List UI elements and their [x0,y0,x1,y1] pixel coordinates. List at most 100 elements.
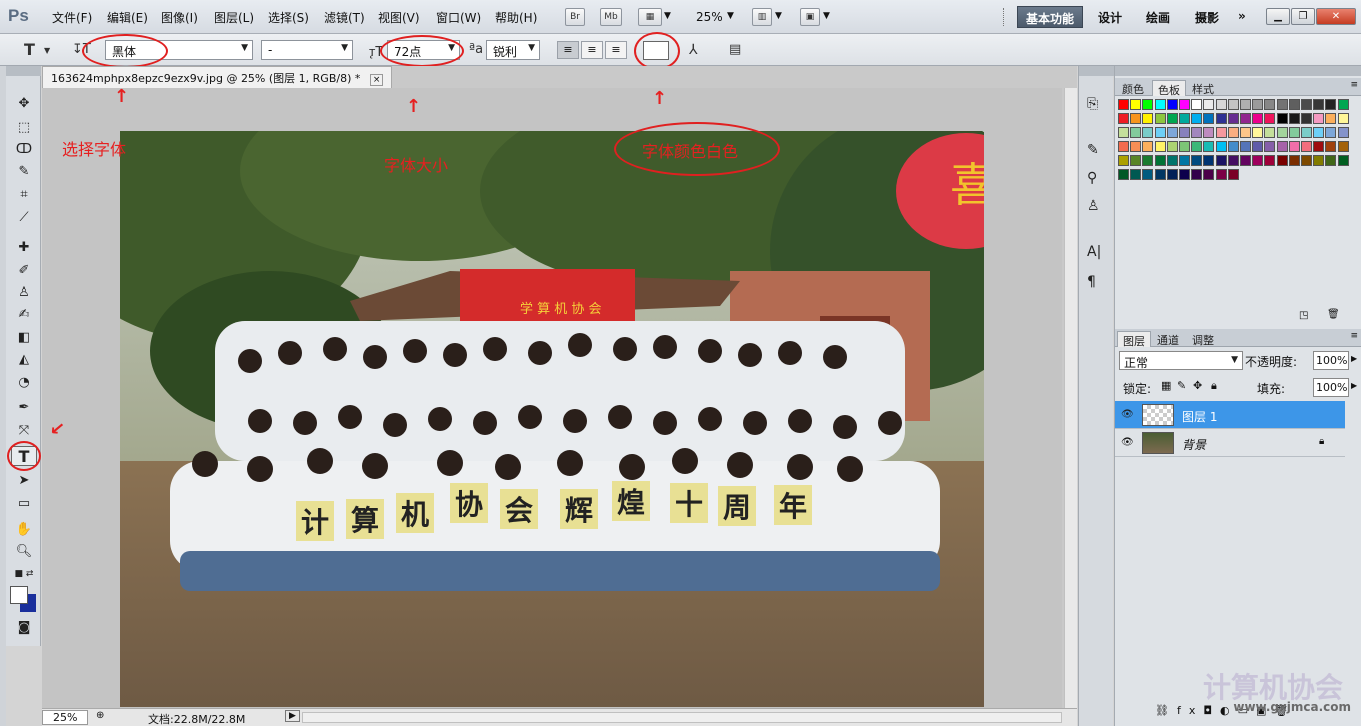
dodge-tool-icon[interactable]: ◔ [11,373,37,393]
color-swatch[interactable] [1142,127,1154,138]
lasso-tool-icon[interactable]: ↀ [11,140,37,160]
move-tool-icon[interactable]: ✥ [11,94,37,114]
swap-colors-icon[interactable]: ■ ⇄ [11,564,37,584]
fill-field[interactable]: 100% [1313,378,1349,397]
color-swatch[interactable] [1240,155,1251,166]
color-swatch[interactable] [1264,99,1276,110]
color-swatch[interactable] [1264,113,1276,124]
color-swatch[interactable] [1118,155,1129,166]
color-swatch[interactable] [1313,141,1325,152]
tool-presets-icon[interactable]: ⚲ [1087,170,1097,186]
tab-adjustments[interactable]: 调整 [1187,331,1219,347]
color-swatch[interactable] [1179,127,1190,138]
color-swatch[interactable] [1325,99,1337,110]
color-swatch[interactable] [1288,113,1300,124]
color-swatch[interactable] [1252,113,1264,124]
align-center-button[interactable]: ≡ [581,41,603,59]
color-swatch[interactable] [1191,169,1203,180]
color-swatch[interactable] [1276,127,1288,138]
brush-tool-icon[interactable]: ✐ [11,261,37,281]
paint-bucket-tool-icon[interactable]: ◭ [11,350,37,370]
screen-mode-button[interactable]: ▣ [800,8,820,26]
color-swatch[interactable] [1301,99,1312,110]
lock-image-icon[interactable]: ✎ [1177,379,1186,392]
menu-view[interactable]: 视图(V) [378,9,420,26]
color-swatch[interactable] [1325,155,1337,166]
tab-channels[interactable]: 通道 [1152,331,1184,347]
color-swatch[interactable] [1142,113,1154,124]
color-swatch[interactable] [1118,141,1129,152]
zoom-tool-icon[interactable]: 🔍︎ [11,542,37,562]
color-swatch[interactable] [1154,113,1166,124]
color-swatch[interactable] [1301,113,1312,124]
panel-menu-icon[interactable]: ≡ [1350,80,1358,90]
layer-row-background[interactable]: 👁︎ 背景 🔒︎ [1115,429,1345,457]
color-swatch[interactable] [1118,99,1129,110]
tab-styles[interactable]: 样式 [1187,80,1219,96]
close-tab-icon[interactable]: × [369,74,384,86]
color-swatch[interactable] [1313,99,1325,110]
color-swatch[interactable] [1276,113,1288,124]
foreground-color-swatch[interactable] [10,586,28,604]
healing-brush-tool-icon[interactable]: ✚ [11,238,37,258]
color-swatch[interactable] [1118,113,1129,124]
color-swatch[interactable] [1288,141,1300,152]
color-swatch[interactable] [1191,141,1203,152]
color-swatch[interactable] [1130,99,1142,110]
crop-tool-icon[interactable]: ⌗ [11,185,37,205]
opacity-field[interactable]: 100% [1313,351,1349,370]
visibility-eye-icon[interactable]: 👁︎ [1121,437,1134,448]
bridge-button[interactable]: Br [565,8,585,26]
color-swatch[interactable] [1154,127,1166,138]
color-swatch[interactable] [1215,169,1227,180]
fill-arrow-icon[interactable]: ▶ [1351,381,1357,390]
color-swatch[interactable] [1154,99,1166,110]
color-swatch[interactable] [1227,127,1239,138]
new-swatch-icon[interactable]: ◳ [1299,310,1308,321]
color-swatch[interactable] [1154,141,1166,152]
menu-select[interactable]: 选择(S) [268,9,309,26]
chevron-down-icon[interactable]: ▼ [727,11,734,21]
layer-name[interactable]: 图层 1 [1182,408,1217,425]
color-swatch[interactable] [1276,141,1288,152]
menu-layer[interactable]: 图层(L) [214,9,254,26]
horizontal-scrollbar[interactable] [302,712,1062,723]
blend-mode-select[interactable]: 正常 ▼ [1119,351,1243,370]
color-swatch[interactable] [1166,99,1178,110]
history-panel-icon[interactable]: ⎘ [1087,96,1098,112]
minimize-button[interactable]: ▁ [1266,8,1290,25]
tab-swatches[interactable]: 色板 [1152,80,1186,97]
status-zoom-field[interactable]: 25% [42,710,88,725]
color-swatch[interactable] [1252,99,1264,110]
color-swatch[interactable] [1203,127,1215,138]
color-swatch[interactable] [1215,155,1227,166]
color-swatch[interactable] [1337,141,1349,152]
color-swatch[interactable] [1325,141,1337,152]
font-style-select[interactable]: - ▼ [261,40,353,60]
color-swatch[interactable] [1118,169,1129,180]
close-button[interactable]: ✕ [1316,8,1356,25]
color-swatch[interactable] [1191,127,1203,138]
vertical-scrollbar[interactable] [1064,88,1077,710]
color-swatch[interactable] [1240,127,1251,138]
character-panel-icon[interactable]: A| [1087,244,1101,260]
color-swatch[interactable] [1203,169,1215,180]
type-tool-preset-icon[interactable]: T [24,40,35,59]
align-right-button[interactable]: ≡ [605,41,627,59]
color-swatch[interactable] [1203,141,1215,152]
color-swatch[interactable] [1227,141,1239,152]
color-swatch[interactable] [1215,127,1227,138]
color-swatch[interactable] [1142,155,1154,166]
color-swatch[interactable] [1191,155,1203,166]
opacity-arrow-icon[interactable]: ▶ [1351,354,1357,363]
clone-source-icon[interactable]: ♙ [1087,198,1100,214]
color-swatch[interactable] [1142,99,1154,110]
color-swatch[interactable] [1179,113,1190,124]
color-swatch[interactable] [1154,155,1166,166]
color-swatch[interactable] [1191,113,1203,124]
eyedropper-tool-icon[interactable]: ⟋ [11,208,37,228]
paragraph-panel-icon[interactable]: ¶ [1087,274,1096,290]
quick-mask-icon[interactable]: ◙ [11,618,37,638]
warp-text-icon[interactable]: ⅄ [689,42,698,58]
chevron-down-icon[interactable]: ▼ [664,11,671,21]
